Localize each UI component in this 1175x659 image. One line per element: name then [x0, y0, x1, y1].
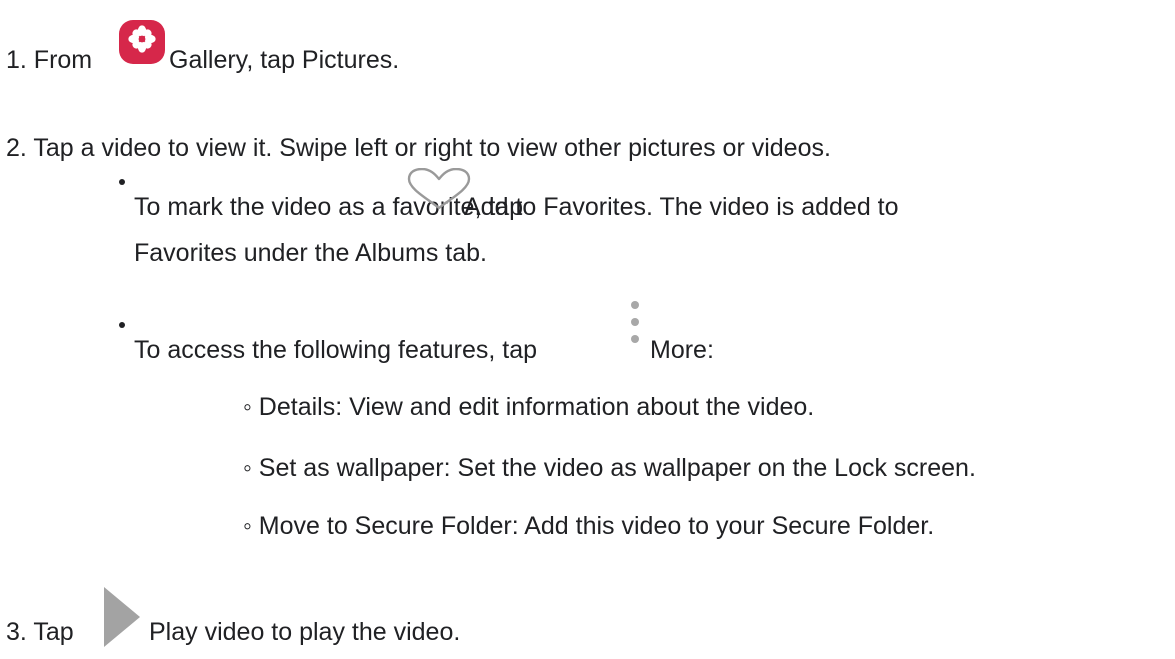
bullet-1-text-continued: Favorites under the Albums tab. [134, 239, 487, 267]
step-1-text: Gallery, tap Pictures. [169, 46, 400, 74]
play-icon [104, 587, 140, 659]
step-3-text: Play video to play the video. [149, 618, 461, 646]
bullet-2-text-end: More: [650, 336, 714, 364]
heart-icon [407, 168, 471, 210]
sub-item-move-to-secure-folder: ◦ Move to Secure Folder: Add this video … [243, 512, 935, 540]
more-options-icon [631, 301, 639, 343]
sub-item-set-as-wallpaper: ◦ Set as wallpaper: Set the video as wal… [243, 454, 976, 482]
step-2-text: 2. Tap a video to view it. Swipe left or… [6, 134, 831, 162]
gallery-app-icon [119, 20, 165, 64]
bullet-1-text-end: Add to Favorites. The video is added to [464, 193, 899, 221]
step-3-prefix: 3. Tap [6, 618, 74, 646]
bullet-2-text-start: To access the following features, tap [134, 336, 538, 364]
bullet-dot [119, 322, 125, 328]
step-1-prefix: 1. From [6, 46, 93, 74]
sub-item-details: ◦ Details: View and edit information abo… [243, 393, 815, 421]
bullet-dot [119, 179, 125, 185]
